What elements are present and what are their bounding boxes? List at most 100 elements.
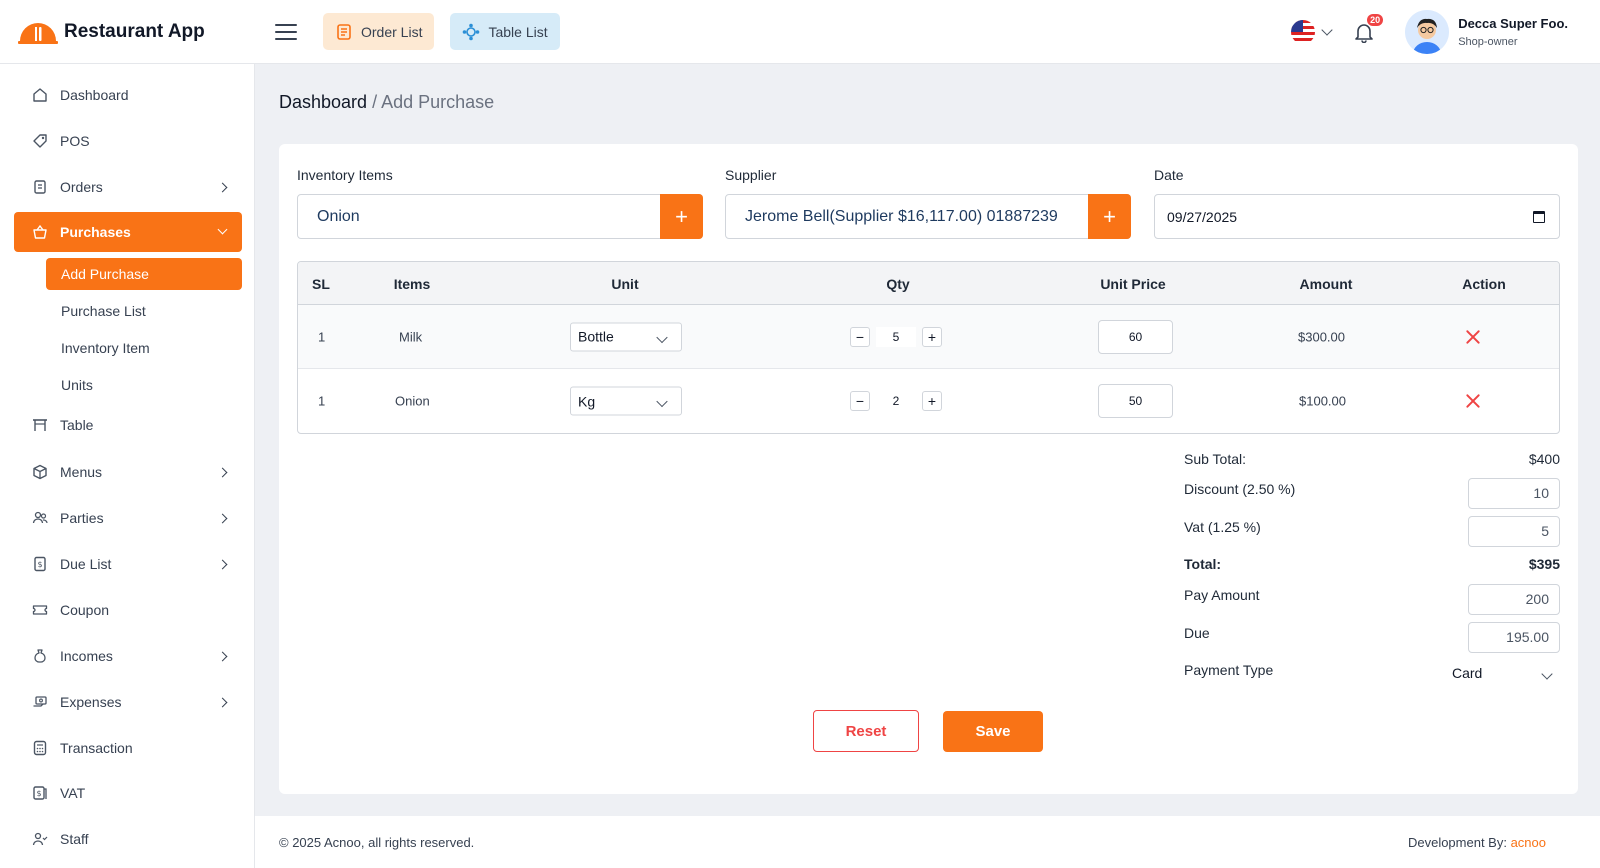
increase-qty-button[interactable]: +: [922, 391, 942, 411]
unit-select[interactable]: Bottle: [570, 322, 682, 351]
decrease-qty-button[interactable]: −: [850, 327, 870, 347]
sidebar-item-coupon[interactable]: Coupon: [14, 590, 242, 630]
unit-price-input[interactable]: 50: [1098, 384, 1173, 418]
qty-input[interactable]: 2: [876, 391, 916, 411]
payment-type-label: Payment Type: [1184, 662, 1273, 678]
chevron-down-icon: [218, 225, 228, 235]
unit-select[interactable]: Kg: [570, 387, 682, 416]
developer-link[interactable]: acnoo: [1511, 835, 1546, 850]
due-input[interactable]: 195.00: [1468, 622, 1560, 653]
tax-receipt-icon: $: [32, 785, 48, 801]
sidebar-item-label: Staff: [60, 831, 89, 847]
ticket-icon: [32, 602, 48, 618]
receipt-icon: [335, 23, 353, 41]
sidebar-item-table[interactable]: Table: [14, 405, 242, 445]
sidebar-item-vat[interactable]: $ VAT: [14, 773, 242, 813]
purchase-items-table: SL Items Unit Qty Unit Price Amount Acti…: [297, 261, 1560, 434]
svg-text:$: $: [36, 789, 41, 798]
payment-type-select[interactable]: Card: [1452, 665, 1557, 687]
sidebar-item-due-list[interactable]: $ Due List: [14, 544, 242, 584]
sidebar-item-label: Table: [60, 417, 93, 433]
supplier-select[interactable]: Jerome Bell(Supplier $16,117.00) 0188723…: [725, 194, 1131, 239]
delete-row-icon[interactable]: [1465, 393, 1481, 409]
calendar-icon[interactable]: [1533, 211, 1545, 223]
us-flag-icon[interactable]: [1291, 20, 1315, 44]
qty-input[interactable]: 5: [876, 327, 916, 347]
sidebar-subitem-purchase-list[interactable]: Purchase List: [46, 295, 242, 327]
user-name: Decca Super Foo.: [1458, 16, 1568, 31]
user-info[interactable]: Decca Super Foo. Shop-owner: [1458, 16, 1568, 48]
col-qty: Qty: [886, 276, 909, 292]
table-row: 1 Onion Kg − 2 + 50 $100.00: [298, 369, 1559, 433]
sidebar-item-expenses[interactable]: Expenses: [14, 682, 242, 722]
sidebar-item-pos[interactable]: POS: [14, 121, 242, 161]
increase-qty-button[interactable]: +: [922, 327, 942, 347]
sidebar-item-parties[interactable]: Parties: [14, 498, 242, 538]
sidebar-item-label: VAT: [60, 785, 85, 801]
table-list-label: Table List: [488, 24, 547, 40]
menu-toggle-icon[interactable]: [275, 24, 297, 40]
inventory-items-label: Inventory Items: [297, 167, 393, 183]
restaurant-logo-icon: [18, 19, 58, 45]
sidebar-item-label: Dashboard: [60, 87, 129, 103]
add-supplier-button[interactable]: +: [1088, 194, 1131, 239]
developer-credit: Development By: acnoo: [1408, 835, 1546, 850]
language-chevron-down-icon[interactable]: [1322, 24, 1333, 35]
unit-price-input[interactable]: 60: [1098, 320, 1173, 354]
pay-amount-input[interactable]: 200: [1468, 584, 1560, 615]
chevron-right-icon: [218, 697, 228, 707]
staff-icon: [32, 831, 48, 847]
reset-button[interactable]: Reset: [813, 710, 919, 752]
sidebar-item-incomes[interactable]: Incomes: [14, 636, 242, 676]
payment-type-value: Card: [1452, 665, 1482, 681]
sidebar-item-menus[interactable]: Menus: [14, 452, 242, 492]
decrease-qty-button[interactable]: −: [850, 391, 870, 411]
sidebar-subitem-inventory-item[interactable]: Inventory Item: [46, 332, 242, 364]
sidebar-item-label: Orders: [60, 179, 103, 195]
row-sl: 1: [318, 394, 325, 409]
vat-label: Vat (1.25 %): [1184, 519, 1261, 535]
chevron-down-icon: [1541, 668, 1552, 679]
vat-input[interactable]: 5: [1468, 516, 1560, 547]
order-list-label: Order List: [361, 24, 422, 40]
brand[interactable]: Restaurant App: [0, 0, 255, 64]
discount-input[interactable]: 10: [1468, 478, 1560, 509]
row-sl: 1: [318, 329, 325, 344]
sidebar-subitem-add-purchase[interactable]: Add Purchase: [46, 258, 242, 290]
notification-button[interactable]: 20: [1353, 21, 1375, 43]
brand-name: Restaurant App: [64, 21, 205, 43]
row-amount: $100.00: [1299, 394, 1346, 409]
chevron-right-icon: [218, 559, 228, 569]
chevron-down-icon: [656, 396, 667, 407]
save-button[interactable]: Save: [943, 711, 1043, 752]
table-list-button[interactable]: Table List: [450, 13, 559, 50]
sidebar-item-orders[interactable]: Orders: [14, 167, 242, 207]
footer: © 2025 Acnoo, all rights reserved. Devel…: [255, 816, 1600, 868]
sidebar-item-label: Purchases: [60, 224, 131, 240]
table-header: SL Items Unit Qty Unit Price Amount Acti…: [298, 262, 1559, 305]
subtotal-value: $400: [1529, 451, 1560, 467]
chevron-right-icon: [218, 513, 228, 523]
sidebar-subitem-units[interactable]: Units: [46, 369, 242, 401]
add-inventory-item-button[interactable]: +: [660, 194, 703, 239]
avatar[interactable]: [1405, 10, 1449, 54]
clipboard-icon: [32, 179, 48, 195]
inventory-items-select[interactable]: Onion +: [297, 194, 703, 239]
cash-hand-icon: [32, 694, 48, 710]
home-icon: [32, 87, 48, 103]
top-header: Restaurant App Order List Table List 20 …: [0, 0, 1600, 64]
due-label: Due: [1184, 625, 1210, 641]
breadcrumb-root[interactable]: Dashboard: [279, 92, 367, 112]
users-icon: [32, 510, 48, 526]
delete-row-icon[interactable]: [1465, 329, 1481, 345]
date-field[interactable]: 09/27/2025: [1154, 194, 1560, 239]
breadcrumb: Dashboard / Add Purchase: [279, 92, 494, 113]
order-list-button[interactable]: Order List: [323, 13, 434, 50]
sidebar-item-transaction[interactable]: Transaction: [14, 728, 242, 768]
sidebar-item-dashboard[interactable]: Dashboard: [14, 75, 242, 115]
sidebar-item-staff[interactable]: Staff: [14, 819, 242, 859]
chevron-right-icon: [218, 467, 228, 477]
sidebar-item-label: Expenses: [60, 694, 121, 710]
sidebar-item-purchases[interactable]: Purchases: [14, 212, 242, 252]
supplier-label: Supplier: [725, 167, 776, 183]
